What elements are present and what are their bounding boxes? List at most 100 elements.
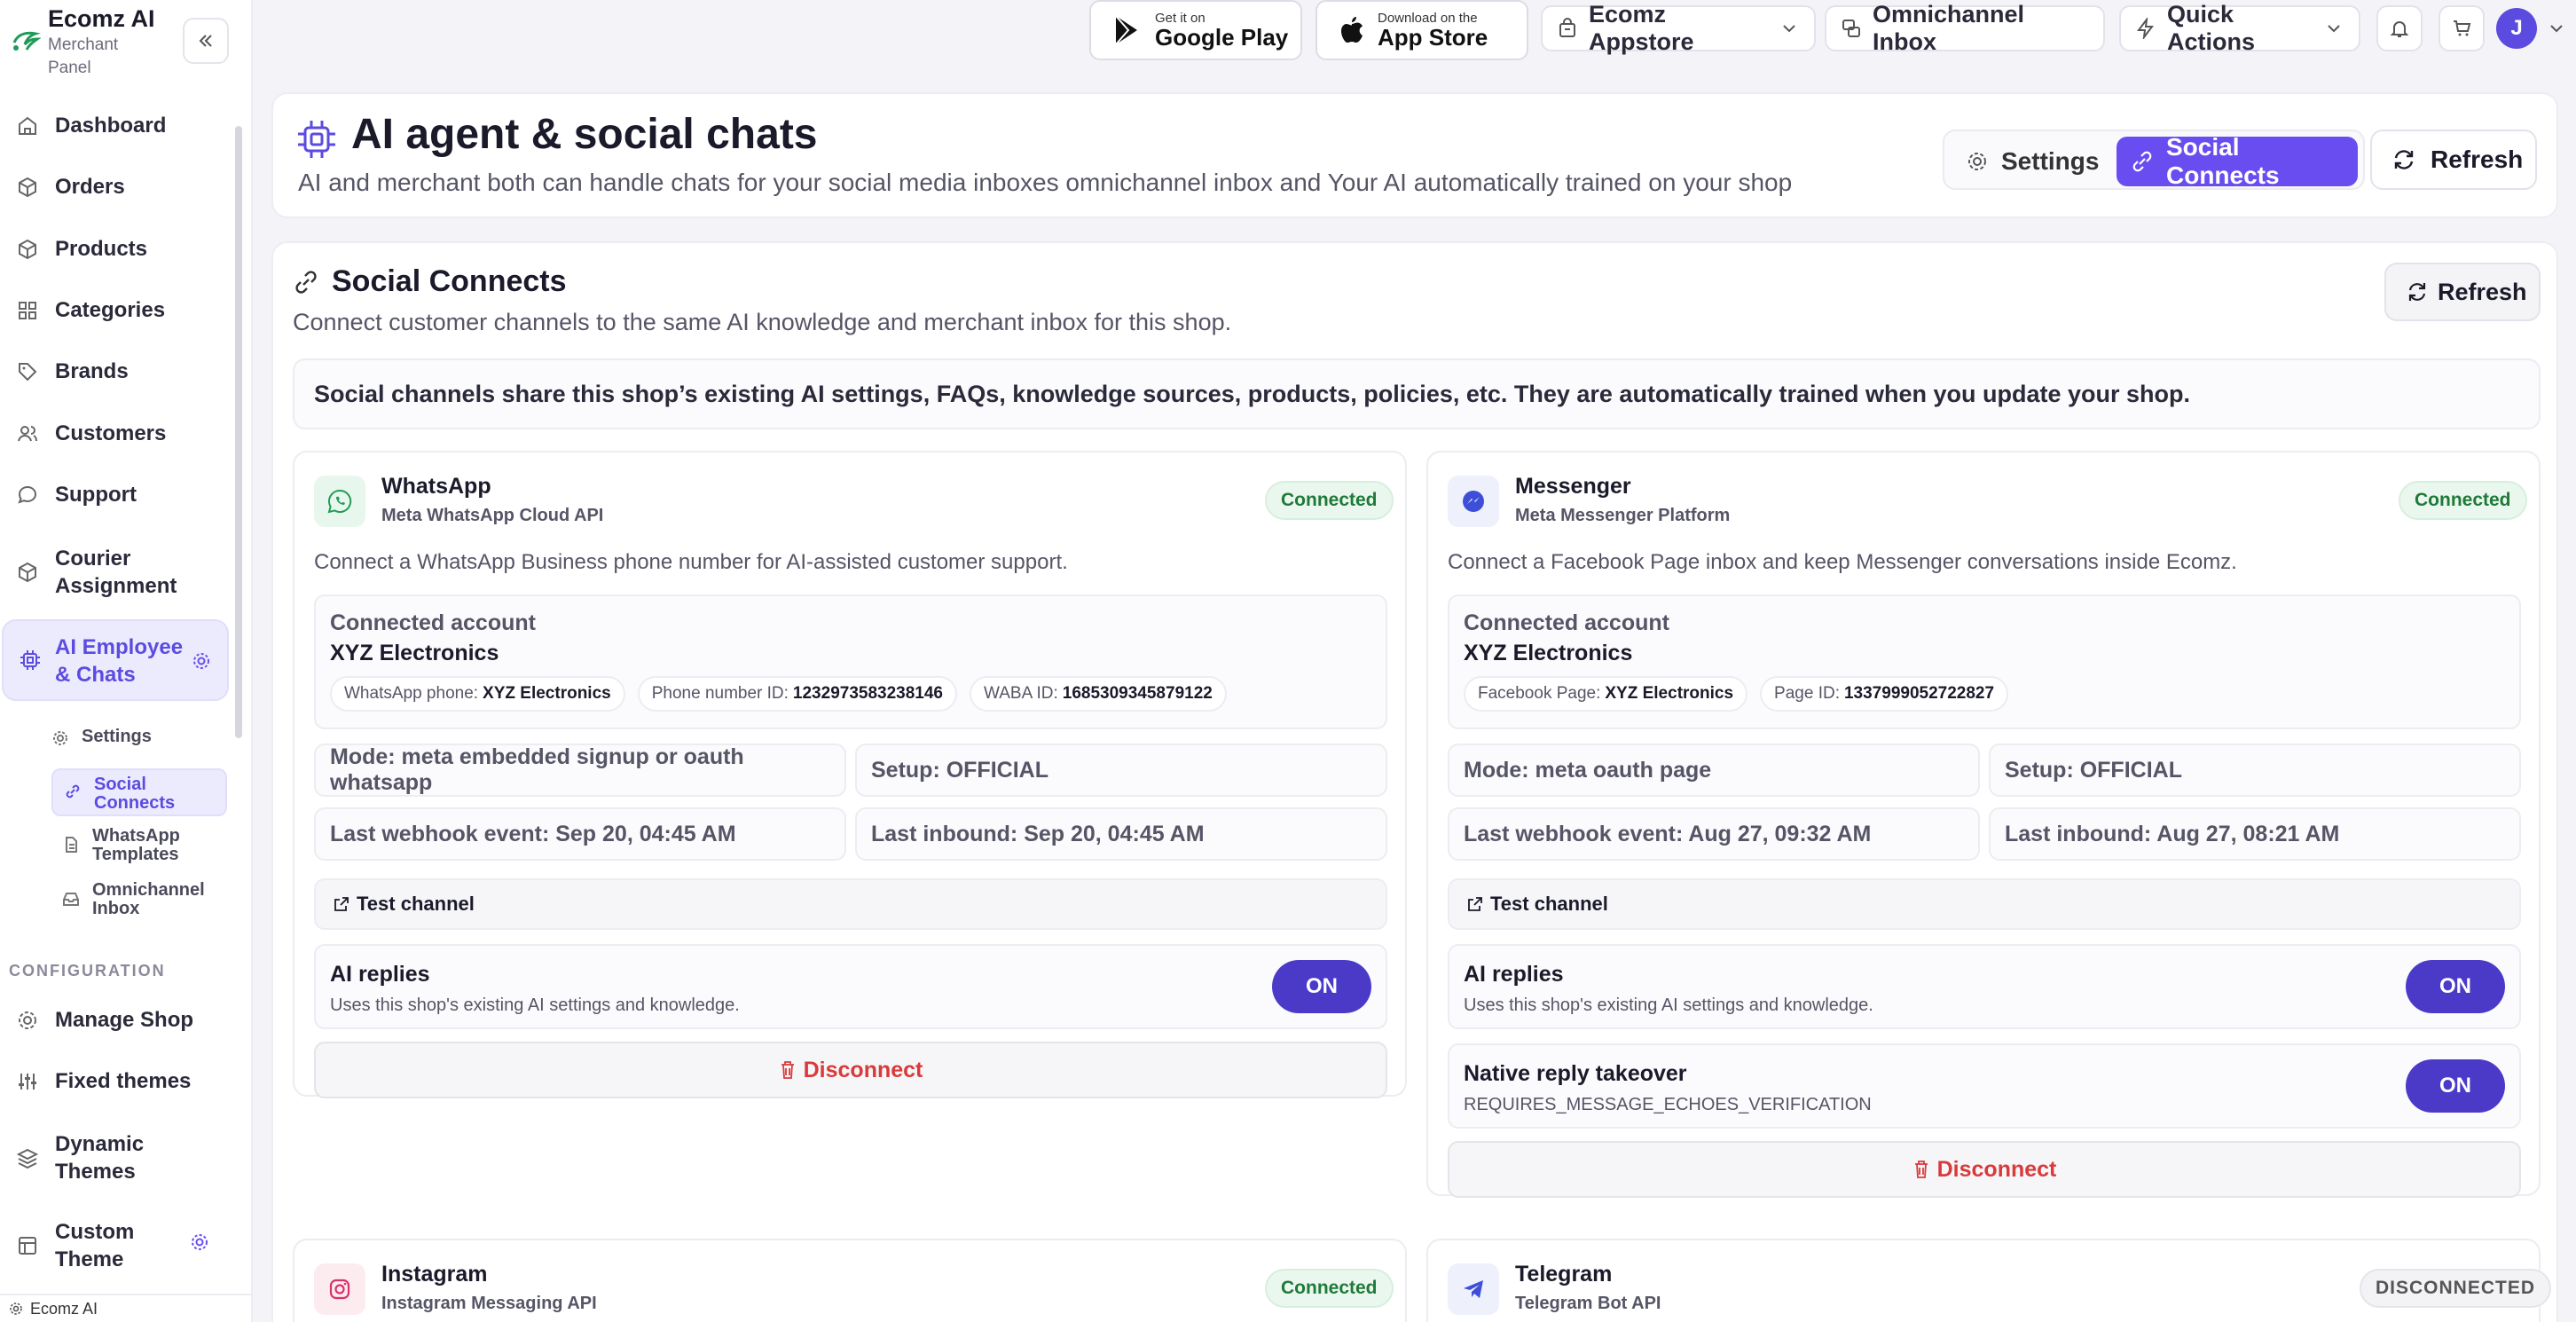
channel-name: Instagram [381,1262,488,1287]
sidebar-item-dynamic-themes[interactable]: Dynamic Themes [0,1130,232,1185]
status-badge: Connected [1265,481,1394,520]
brand-subtitle-line1: Merchant [48,35,119,54]
ai-replies-title: AI replies [1464,962,1564,987]
channel-name: Messenger [1515,474,1631,499]
chip-value: 1337999052722827 [1843,684,1995,703]
header-refresh-label: Refresh [2431,146,2524,173]
social-connects-subtitle: Connect customer channels to the same AI… [293,309,1232,335]
telegram-icon [1448,1263,1499,1315]
header-refresh-button[interactable]: Refresh [2370,130,2537,190]
sidebar-item-courier-assignment[interactable]: Courier Assignment [0,545,232,600]
box-icon [16,176,39,199]
chip-cpu-icon [18,648,43,673]
refresh-icon [2406,280,2429,303]
sidebar-item-label-line1: Custom [55,1220,135,1244]
sidebar-item-custom-theme[interactable]: Custom Theme [0,1218,232,1273]
sidebar-sub-social-connects[interactable]: Social Connects [51,768,227,816]
shared-knowledge-notice: Social channels share this shop’s existi… [293,358,2541,429]
brand-subtitle-line2: Panel [48,59,91,77]
native-reply-toggle[interactable]: ON [2406,1059,2505,1113]
gear-icon [190,1232,209,1252]
chip-key: WABA ID: [984,684,1058,703]
account-chips: WhatsApp phone: XYZ Electronics Phone num… [330,676,1227,712]
chip-key: Facebook Page: [1478,684,1601,703]
sidebar-sub-label-line1: WhatsApp [92,826,180,846]
refresh-icon [2391,147,2416,172]
double-chevron-left-icon [197,32,215,50]
sidebar-item-brands[interactable]: Brands [0,359,232,384]
gear-icon [1966,150,1989,173]
chip-value: 1685309345879122 [1062,684,1213,703]
ecomz-appstore-dropdown[interactable]: Ecomz Appstore [1541,1,1816,55]
chip-value: XYZ Electronics [1605,684,1734,703]
package-icon [16,238,39,261]
sidebar-sub-whatsapp-templates[interactable]: WhatsApp Templates [62,827,238,864]
sidebar-sub-label: Settings [82,727,152,746]
ai-replies-subtitle: Uses this shop's existing AI settings an… [330,995,740,1015]
test-channel-label: Test channel [357,893,475,915]
disconnect-button[interactable]: Disconnect [1448,1141,2521,1198]
social-connects-title-text: Social Connects [332,264,567,298]
store-bag-icon [1557,18,1578,39]
status-badge: Connected [2399,481,2527,520]
omnichannel-inbox-button[interactable]: Omnichannel Inbox [1825,1,2105,55]
account-chip-phone-id: Phone number ID: 1232973583238146 [637,676,957,712]
cart-button[interactable] [2439,5,2485,51]
google-play-button[interactable]: Get it on Google Play [1089,0,1302,60]
brand[interactable]: Ecomz AI Merchant Panel [9,4,155,80]
sidebar-sub-label-line2: Connects [94,793,176,813]
home-icon [16,114,39,138]
bell-icon [2390,19,2409,38]
disconnect-label: Disconnect [1936,1156,2057,1182]
sidebar-footer-label: Ecomz AI [30,1299,98,1318]
sidebar-scrollbar[interactable] [235,126,242,738]
sidebar-item-dashboard[interactable]: Dashboard [0,114,232,138]
sidebar-item-categories[interactable]: Categories [0,298,232,323]
tab-settings[interactable]: Settings [1955,138,2109,185]
sidebar-item-customers[interactable]: Customers [0,421,232,446]
account-chip-page-id: Page ID: 1337999052722827 [1760,676,2009,712]
user-avatar[interactable]: J [2496,8,2537,49]
channel-api: Meta WhatsApp Cloud API [381,506,604,525]
sidebar-sub-settings[interactable]: Settings [51,728,227,747]
disconnect-button[interactable]: Disconnect [314,1042,1387,1098]
grid-icon [16,299,39,322]
social-refresh-button[interactable]: Refresh [2384,263,2541,321]
sidebar-item-manage-shop[interactable]: Manage Shop [0,1008,232,1033]
test-channel-button[interactable]: Test channel [314,878,1387,930]
connected-account-name: XYZ Electronics [330,641,499,665]
connected-account-name: XYZ Electronics [1464,641,1633,665]
brand-logo-icon [9,25,41,57]
chip-cpu-icon [295,117,339,161]
external-link-icon [1467,896,1483,912]
sidebar-item-fixed-themes[interactable]: Fixed themes [0,1069,232,1094]
chevron-down-icon[interactable] [2546,18,2567,39]
status-badge: DISCONNECTED [2360,1269,2552,1308]
test-channel-button[interactable]: Test channel [1448,878,2521,930]
sidebar-sub-omnichannel-inbox[interactable]: Omnichannel Inbox [62,881,238,918]
tab-settings-label: Settings [2001,147,2100,175]
trash-icon [1912,1160,1930,1179]
notifications-button[interactable] [2376,5,2423,51]
collapse-sidebar-button[interactable] [183,18,229,64]
ai-replies-toggle[interactable]: ON [1272,960,1371,1013]
tab-social-connects[interactable]: Social Connects [2117,133,2358,189]
sidebar-item-orders[interactable]: Orders [0,175,232,200]
gear-icon [16,1009,39,1032]
whatsapp-icon [314,476,365,527]
layers-icon [16,1146,39,1169]
sidebar-item-support[interactable]: Support [0,483,232,508]
sidebar-item-label: Products [55,237,148,261]
quick-actions-dropdown[interactable]: Quick Actions [2119,1,2360,55]
whatsapp-channel-card: WhatsApp Meta WhatsApp Cloud API Connect… [293,451,1407,1098]
sidebar-item-label: Orders [55,175,125,199]
channel-description: Connect a WhatsApp Business phone number… [314,550,1068,574]
app-store-button[interactable]: Download on the App Store [1315,0,1528,60]
sidebar-item-ai-employee-chats[interactable]: AI Employee & Chats [2,619,229,701]
omnichannel-inbox-label: Omnichannel Inbox [1873,1,2025,55]
channel-name: Telegram [1515,1262,1613,1287]
chip-key: Phone number ID: [651,684,789,703]
sidebar-item-products[interactable]: Products [0,237,232,262]
ai-replies-toggle[interactable]: ON [2406,960,2505,1013]
last-webhook-field: Last webhook event: Aug 27, 09:32 AM [1448,807,1980,861]
